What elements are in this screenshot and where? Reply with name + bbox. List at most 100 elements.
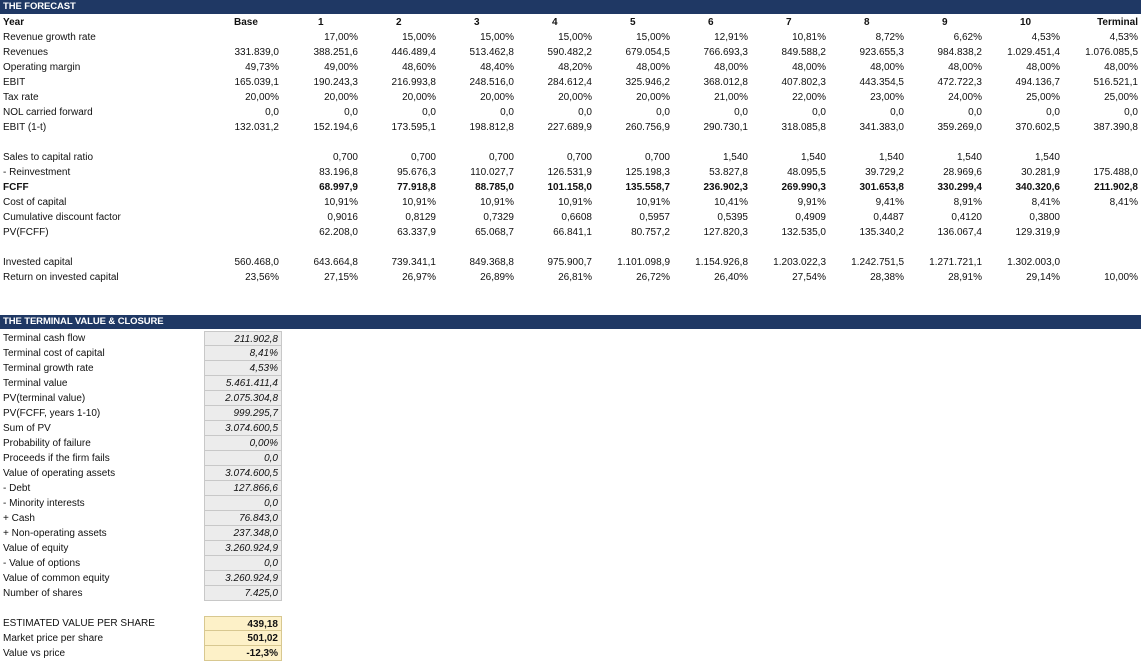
forecast-row-label: EBIT (1-t) xyxy=(3,122,47,133)
terminal-value-cell[interactable]: 7.425,0 xyxy=(204,586,282,601)
terminal-value-cell[interactable]: 999.295,7 xyxy=(204,406,282,421)
forecast-cell: 132.535,0 xyxy=(781,227,827,238)
estimate-value-cell[interactable]: -12,3% xyxy=(204,646,282,661)
forecast-cell: 4,53% xyxy=(1109,32,1138,43)
forecast-row xyxy=(0,240,1141,255)
estimate-row-label: ESTIMATED VALUE PER SHARE xyxy=(3,618,155,629)
terminal-value-cell[interactable]: 0,0 xyxy=(204,451,282,466)
terminal-row: Value of operating assets 3.074.600,5 xyxy=(0,466,290,481)
forecast-cell: 49,00% xyxy=(324,62,358,73)
terminal-row-label: Sum of PV xyxy=(3,423,51,434)
terminal-value-cell[interactable]: 4,53% xyxy=(204,361,282,376)
year-column-header: 4 xyxy=(552,17,558,28)
terminal-value-cell[interactable]: 0,00% xyxy=(204,436,282,451)
terminal-row-label: Proceeds if the firm fails xyxy=(3,453,110,464)
forecast-cell: 25,00% xyxy=(1026,92,1060,103)
terminal-row-label: - Debt xyxy=(3,483,31,494)
terminal-value-cell[interactable]: 0,0 xyxy=(204,496,282,511)
forecast-cell: 15,00% xyxy=(480,32,514,43)
forecast-cell: 20,00% xyxy=(324,92,358,103)
forecast-cell: 26,81% xyxy=(558,272,592,283)
forecast-cell: 975.900,7 xyxy=(547,257,593,268)
forecast-cell: 290.730,1 xyxy=(703,122,749,133)
forecast-cell: 15,00% xyxy=(636,32,670,43)
forecast-cell: 20,00% xyxy=(480,92,514,103)
estimate-row: Market price per share 501,02 xyxy=(0,631,290,646)
terminal-row: Number of shares 7.425,0 xyxy=(0,586,290,601)
forecast-cell: 101.158,0 xyxy=(547,182,593,193)
forecast-cell: 0,9016 xyxy=(327,212,358,223)
terminal-value-cell[interactable]: 3.260.924,9 xyxy=(204,571,282,586)
forecast-cell: 10,91% xyxy=(324,197,358,208)
forecast-section-header: THE FORECAST xyxy=(0,0,1141,14)
estimate-value-cell[interactable]: 439,18 xyxy=(204,616,282,631)
forecast-cell: 0,0 xyxy=(344,107,358,118)
terminal-row-label: Value of operating assets xyxy=(3,468,116,479)
forecast-cell: 62.208,0 xyxy=(319,227,358,238)
terminal-row-label: Terminal value xyxy=(3,378,68,389)
forecast-cell: 679.054,5 xyxy=(625,47,671,58)
forecast-row: Revenue growth rate 17,00% 15,00% 15,00% 15,… xyxy=(0,30,1141,45)
terminal-row: Terminal cost of capital 8,41% xyxy=(0,346,290,361)
terminal-value-cell[interactable]: 3.074.600,5 xyxy=(204,421,282,436)
forecast-cell: 10,91% xyxy=(402,197,436,208)
forecast-cell: 0,0 xyxy=(890,107,904,118)
forecast-cell: 27,54% xyxy=(792,272,826,283)
estimate-value-cell[interactable]: 501,02 xyxy=(204,631,282,646)
forecast-cell: 20,00% xyxy=(402,92,436,103)
forecast-cell: 48,00% xyxy=(1104,62,1138,73)
terminal-value-cell[interactable]: 5.461.411,4 xyxy=(204,376,282,391)
forecast-cell: 248.516,0 xyxy=(469,77,515,88)
forecast-cell: 0,4487 xyxy=(873,212,904,223)
forecast-cell: 29,14% xyxy=(1026,272,1060,283)
terminal-value-cell[interactable]: 211.902,8 xyxy=(204,331,282,346)
forecast-row-label: PV(FCFF) xyxy=(3,227,49,238)
year-column-header: Base xyxy=(234,17,258,28)
forecast-cell: 80.757,2 xyxy=(631,227,670,238)
forecast-cell: 1.302.003,0 xyxy=(1007,257,1060,268)
terminal-value-cell[interactable]: 127.866,6 xyxy=(204,481,282,496)
terminal-row: Terminal cash flow 211.902,8 xyxy=(0,331,290,346)
terminal-value-cell[interactable]: 8,41% xyxy=(204,346,282,361)
terminal-value-cell[interactable]: 3.260.924,9 xyxy=(204,541,282,556)
terminal-value-cell[interactable]: 2.075.304,8 xyxy=(204,391,282,406)
forecast-cell: 923.655,3 xyxy=(859,47,905,58)
forecast-cell: 6,62% xyxy=(953,32,982,43)
terminal-row: Sum of PV 3.074.600,5 xyxy=(0,421,290,436)
forecast-cell: 15,00% xyxy=(402,32,436,43)
forecast-cell: 12,91% xyxy=(714,32,748,43)
forecast-cell: 39.729,2 xyxy=(865,167,904,178)
terminal-value-cell[interactable]: 0,0 xyxy=(204,556,282,571)
forecast-row: NOL carried forward 0,0 0,0 0,0 0,0 0,0 0,0 0,0… xyxy=(0,105,1141,120)
forecast-row-label: Revenue growth rate xyxy=(3,32,96,43)
terminal-value-cell[interactable]: 237.348,0 xyxy=(204,526,282,541)
forecast-cell: 20,00% xyxy=(558,92,592,103)
terminal-row: Probability of failure 0,00% xyxy=(0,436,290,451)
terminal-value-cell[interactable]: 76.843,0 xyxy=(204,511,282,526)
estimate-row-label: Market price per share xyxy=(3,633,104,644)
forecast-cell: 0,700 xyxy=(566,152,592,163)
forecast-cell: 236.902,3 xyxy=(703,182,749,193)
forecast-row-label: FCFF xyxy=(3,182,29,193)
forecast-cell: 48,00% xyxy=(792,62,826,73)
forecast-row: EBIT (1-t) 132.031,2 152.194,6 173.595,1 198… xyxy=(0,120,1141,135)
forecast-cell: 0,5957 xyxy=(639,212,670,223)
forecast-cell: 318.085,8 xyxy=(781,122,827,133)
year-column-header: 5 xyxy=(630,17,636,28)
terminal-row-label: Terminal cash flow xyxy=(3,333,86,344)
forecast-cell: 1.203.022,3 xyxy=(773,257,826,268)
forecast-cell: 152.194,6 xyxy=(313,122,359,133)
forecast-cell: 0,8129 xyxy=(405,212,436,223)
terminal-row: Terminal value 5.461.411,4 xyxy=(0,376,290,391)
forecast-cell: 48,60% xyxy=(402,62,436,73)
forecast-cell: 446.489,4 xyxy=(391,47,437,58)
forecast-row-label: EBIT xyxy=(3,77,26,88)
terminal-row: Terminal growth rate 4,53% xyxy=(0,361,290,376)
forecast-cell: 216.993,8 xyxy=(391,77,437,88)
forecast-cell: 0,0 xyxy=(578,107,592,118)
forecast-row: Cumulative discount factor 0,9016 0,8129 0,… xyxy=(0,210,1141,225)
forecast-cell: 190.243,3 xyxy=(313,77,359,88)
terminal-value-cell[interactable]: 3.074.600,5 xyxy=(204,466,282,481)
forecast-row-label: Cost of capital xyxy=(3,197,67,208)
forecast-row-label: NOL carried forward xyxy=(3,107,93,118)
